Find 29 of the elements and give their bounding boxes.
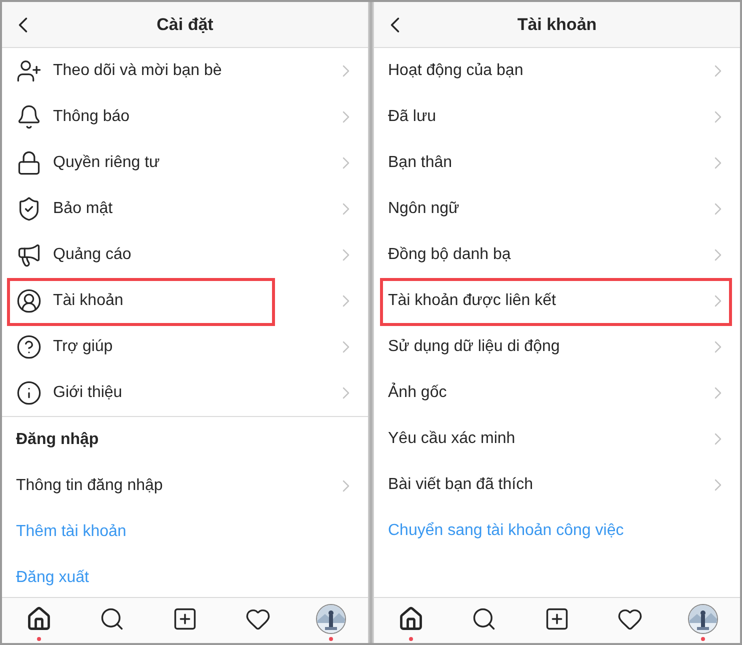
settings-row[interactable]: Quyền riêng tư <box>2 140 368 186</box>
user-circle-icon <box>16 288 42 314</box>
settings-row[interactable]: Sử dụng dữ liệu di động <box>374 324 740 370</box>
settings-row[interactable]: Thông tin đăng nhập <box>2 463 368 509</box>
settings-row[interactable]: Thông báo <box>2 94 368 140</box>
settings-row[interactable]: Quảng cáo <box>2 232 368 278</box>
screen-title: Cài đặt <box>156 14 214 34</box>
settings-row[interactable]: Trợ giúp <box>2 324 368 370</box>
settings-row[interactable]: Bài viết bạn đã thích <box>374 462 740 508</box>
settings-row[interactable]: Tài khoản được liên kết <box>374 278 740 324</box>
bell-icon <box>16 104 42 130</box>
settings-row[interactable]: Giới thiệu <box>2 370 368 416</box>
settings-row[interactable]: Đồng bộ danh bạ <box>374 232 740 278</box>
help-icon <box>16 334 42 360</box>
settings-row[interactable]: Tài khoản <box>2 278 368 324</box>
settings-row[interactable]: Ảnh gốc <box>374 370 740 416</box>
section-heading: Đăng nhập <box>16 431 99 449</box>
megaphone-icon <box>16 242 42 268</box>
lock-icon <box>16 150 42 176</box>
settings-row[interactable]: Đã lưu <box>374 94 740 140</box>
settings-row[interactable]: Yêu cầu xác minh <box>374 416 740 462</box>
settings-row[interactable]: Bảo mật <box>2 186 368 232</box>
settings-row[interactable]: Theo dõi và mời bạn bè <box>2 48 368 94</box>
info-icon <box>16 380 42 406</box>
settings-row[interactable]: Bạn thân <box>374 140 740 186</box>
add-person-icon <box>16 58 42 84</box>
settings-row[interactable]: Hoạt động của bạn <box>374 48 740 94</box>
settings-row[interactable]: Ngôn ngữ <box>374 186 740 232</box>
screen-title: Tài khoản <box>517 14 597 34</box>
